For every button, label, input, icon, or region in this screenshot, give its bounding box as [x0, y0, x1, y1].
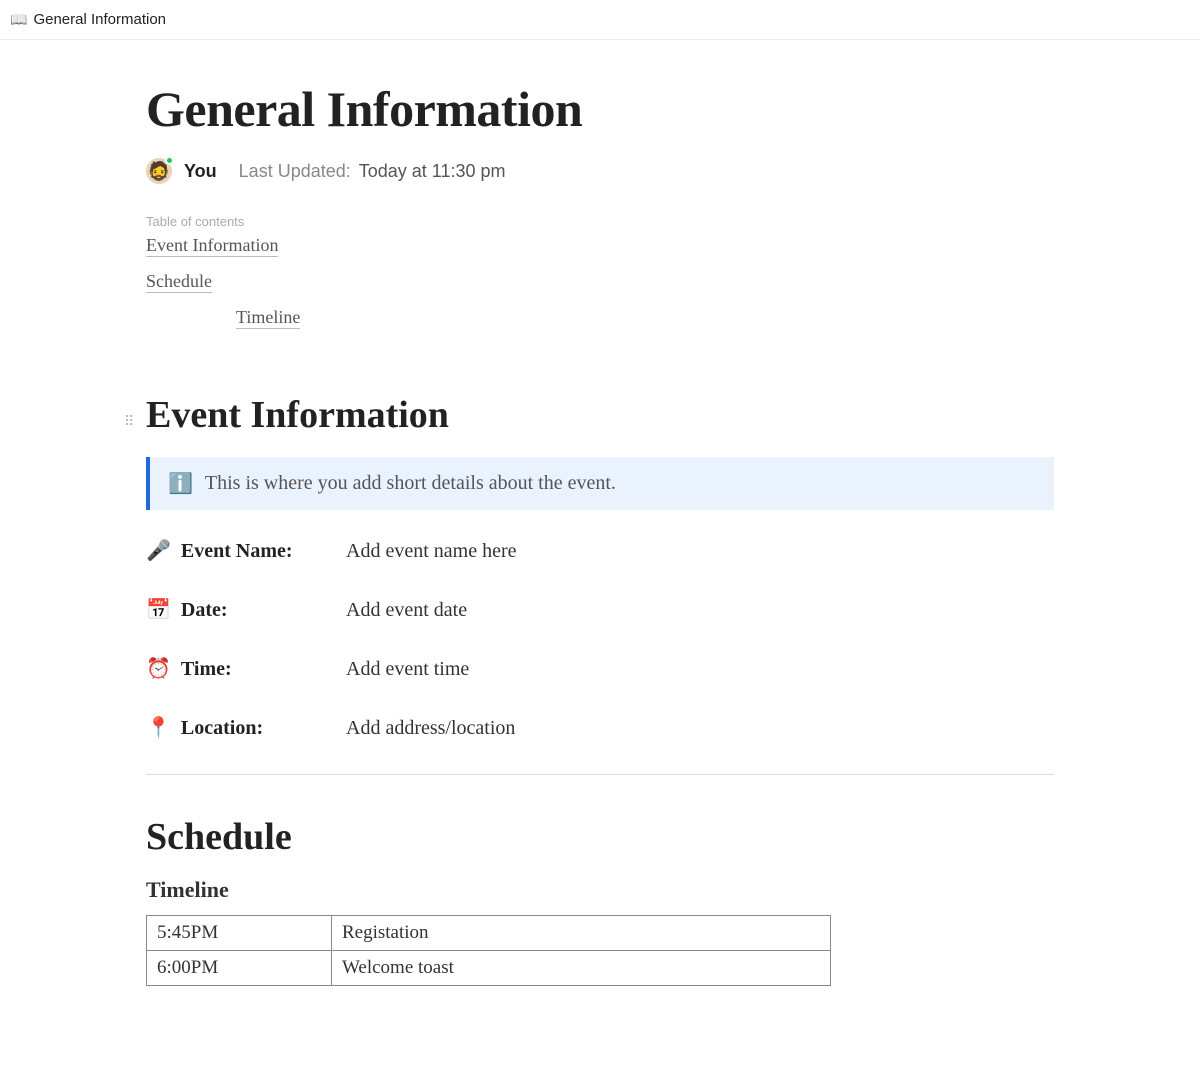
page-title[interactable]: General Information [146, 80, 1054, 138]
table-of-contents: Table of contents Event Information Sche… [146, 214, 1054, 343]
cell-activity[interactable]: Welcome toast [332, 951, 831, 986]
info-callout-text: This is where you add short details abou… [205, 472, 616, 495]
detail-label-date: Date: [181, 599, 228, 622]
author-name[interactable]: You [184, 161, 217, 182]
detail-label-event-name: Event Name: [181, 540, 293, 563]
heading-schedule[interactable]: Schedule [146, 815, 1054, 859]
toc-link-timeline[interactable]: Timeline [236, 307, 300, 329]
document-body: General Information 🧔 You Last Updated: … [146, 40, 1054, 1026]
top-bar: 📖 General Information [0, 0, 1200, 40]
pin-icon: 📍 [146, 715, 171, 740]
detail-row-event-name[interactable]: 🎤 Event Name: Add event name here [146, 538, 1054, 563]
drag-handle-icon[interactable]: ⠿ [124, 413, 138, 430]
divider [146, 774, 1054, 775]
info-callout[interactable]: ℹ️ This is where you add short details a… [146, 457, 1054, 510]
detail-row-location[interactable]: 📍 Location: Add address/location [146, 715, 1054, 740]
timeline-table[interactable]: 5:45PM Registation 6:00PM Welcome toast [146, 915, 831, 986]
detail-row-date[interactable]: 📅 Date: Add event date [146, 597, 1054, 622]
section-row-event-info: ⠿ Event Information [124, 393, 1054, 449]
detail-value-location[interactable]: Add address/location [346, 717, 515, 740]
detail-value-date[interactable]: Add event date [346, 599, 467, 622]
updated-label: Last Updated: [239, 161, 351, 182]
detail-value-event-name[interactable]: Add event name here [346, 540, 516, 563]
cell-activity[interactable]: Registation [332, 916, 831, 951]
heading-timeline[interactable]: Timeline [146, 877, 1054, 903]
detail-value-time[interactable]: Add event time [346, 658, 469, 681]
top-bar-title: General Information [33, 11, 166, 28]
info-icon: ℹ️ [168, 471, 193, 496]
detail-row-time[interactable]: ⏰ Time: Add event time [146, 656, 1054, 681]
toc-link-schedule[interactable]: Schedule [146, 271, 212, 293]
meta-row: 🧔 You Last Updated: Today at 11:30 pm [146, 158, 1054, 184]
author-avatar[interactable]: 🧔 [146, 158, 172, 184]
toc-label: Table of contents [146, 214, 1054, 229]
microphone-icon: 🎤 [146, 538, 171, 563]
updated-value: Today at 11:30 pm [359, 161, 506, 182]
detail-label-location: Location: [181, 717, 263, 740]
toc-link-event-information[interactable]: Event Information [146, 235, 278, 257]
cell-time[interactable]: 5:45PM [147, 916, 332, 951]
table-row[interactable]: 6:00PM Welcome toast [147, 951, 831, 986]
cell-time[interactable]: 6:00PM [147, 951, 332, 986]
detail-label-time: Time: [181, 658, 232, 681]
presence-dot-icon [165, 156, 174, 165]
heading-event-information[interactable]: Event Information [146, 393, 449, 437]
clock-icon: ⏰ [146, 656, 171, 681]
book-icon: 📖 [10, 11, 27, 28]
calendar-icon: 📅 [146, 597, 171, 622]
table-row[interactable]: 5:45PM Registation [147, 916, 831, 951]
